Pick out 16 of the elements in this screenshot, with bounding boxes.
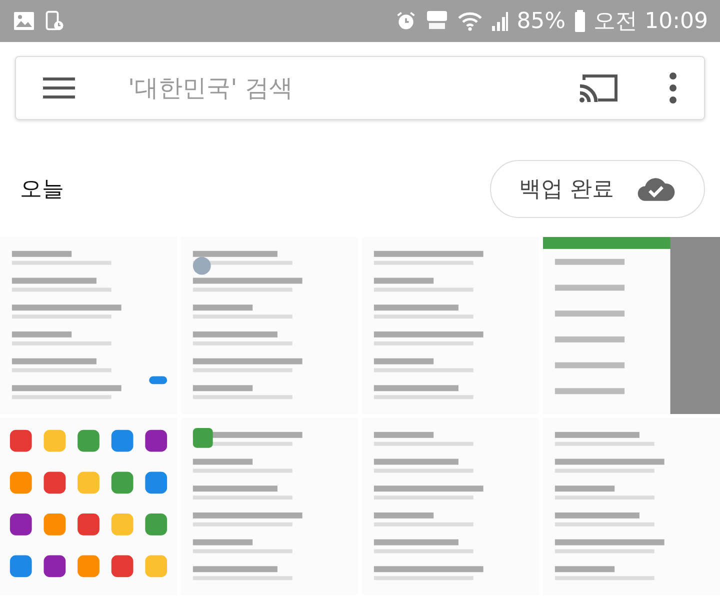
menu-icon[interactable] — [42, 76, 76, 100]
clock: 오전 10:09 — [594, 8, 708, 36]
search-bar[interactable]: '대한민국' 검색 — [15, 56, 705, 120]
image-icon — [12, 9, 36, 33]
date-header: 오늘 — [20, 176, 64, 204]
phone-clock-icon — [44, 9, 66, 33]
signal-icon — [490, 10, 509, 32]
battery-icon — [574, 9, 586, 33]
backup-button[interactable]: 백업 완료 — [490, 160, 705, 218]
cloud-check-icon — [636, 175, 676, 203]
alarm-icon — [394, 10, 417, 32]
cast-icon[interactable] — [578, 72, 618, 104]
battery-percent: 85% — [516, 8, 566, 34]
more-icon[interactable] — [668, 72, 678, 104]
wifi-icon — [456, 10, 483, 32]
search-field[interactable]: '대한민국' 검색 — [126, 73, 578, 103]
